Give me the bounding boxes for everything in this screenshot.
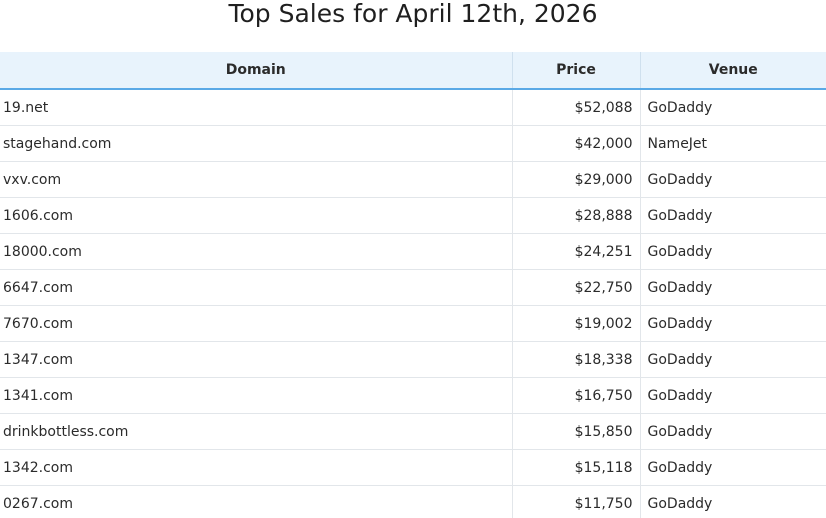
price-cell: $19,002 [512, 305, 641, 342]
domain-cell: 0267.com [0, 485, 513, 518]
domain-cell: drinkbottless.com [0, 413, 513, 450]
venue-cell: GoDaddy [640, 485, 826, 518]
domain-cell: 6647.com [0, 269, 513, 306]
venue-cell: GoDaddy [640, 377, 826, 414]
domain-cell: 1606.com [0, 197, 513, 234]
sales-table-container: Domain Price Venue 19.net $52,088 GoDadd… [0, 52, 826, 518]
venue-cell: GoDaddy [640, 413, 826, 450]
table-row: vxv.com $29,000 GoDaddy [0, 161, 826, 198]
price-cell: $22,750 [512, 269, 641, 306]
price-cell: $52,088 [512, 89, 641, 126]
price-cell: $42,000 [512, 125, 641, 162]
price-cell: $18,338 [512, 341, 641, 378]
venue-cell: GoDaddy [640, 233, 826, 270]
price-cell: $29,000 [512, 161, 641, 198]
column-header-venue[interactable]: Venue [640, 52, 826, 90]
venue-cell: GoDaddy [640, 89, 826, 126]
domain-cell: 18000.com [0, 233, 513, 270]
price-cell: $11,750 [512, 485, 641, 518]
header-row: Domain Price Venue [0, 52, 826, 90]
domain-cell: 19.net [0, 89, 513, 126]
column-header-price[interactable]: Price [512, 52, 641, 90]
table-row: 0267.com $11,750 GoDaddy [0, 485, 826, 518]
table-row: 7670.com $19,002 GoDaddy [0, 305, 826, 342]
table-row: 6647.com $22,750 GoDaddy [0, 269, 826, 306]
sales-page: Top Sales for April 12th, 2026 Domain Pr… [0, 0, 826, 518]
domain-cell: 1342.com [0, 449, 513, 486]
table-body: 19.net $52,088 GoDaddy stagehand.com $42… [0, 89, 826, 518]
table-header: Domain Price Venue [0, 52, 826, 90]
table-row: 1341.com $16,750 GoDaddy [0, 377, 826, 414]
price-cell: $16,750 [512, 377, 641, 414]
table-row: drinkbottless.com $15,850 GoDaddy [0, 413, 826, 450]
price-cell: $15,850 [512, 413, 641, 450]
venue-cell: GoDaddy [640, 197, 826, 234]
price-cell: $15,118 [512, 449, 641, 486]
sales-table: Domain Price Venue 19.net $52,088 GoDadd… [0, 52, 826, 518]
domain-cell: vxv.com [0, 161, 513, 198]
venue-cell: GoDaddy [640, 161, 826, 198]
table-row: stagehand.com $42,000 NameJet [0, 125, 826, 162]
domain-cell: stagehand.com [0, 125, 513, 162]
domain-cell: 1341.com [0, 377, 513, 414]
venue-cell: GoDaddy [640, 269, 826, 306]
venue-cell: GoDaddy [640, 305, 826, 342]
domain-cell: 1347.com [0, 341, 513, 378]
venue-cell: GoDaddy [640, 449, 826, 486]
venue-cell: GoDaddy [640, 341, 826, 378]
column-header-domain[interactable]: Domain [0, 52, 513, 90]
table-row: 18000.com $24,251 GoDaddy [0, 233, 826, 270]
price-cell: $28,888 [512, 197, 641, 234]
table-row: 1347.com $18,338 GoDaddy [0, 341, 826, 378]
table-row: 19.net $52,088 GoDaddy [0, 89, 826, 126]
table-row: 1342.com $15,118 GoDaddy [0, 449, 826, 486]
price-cell: $24,251 [512, 233, 641, 270]
venue-cell: NameJet [640, 125, 826, 162]
table-row: 1606.com $28,888 GoDaddy [0, 197, 826, 234]
domain-cell: 7670.com [0, 305, 513, 342]
page-title: Top Sales for April 12th, 2026 [228, 0, 598, 28]
